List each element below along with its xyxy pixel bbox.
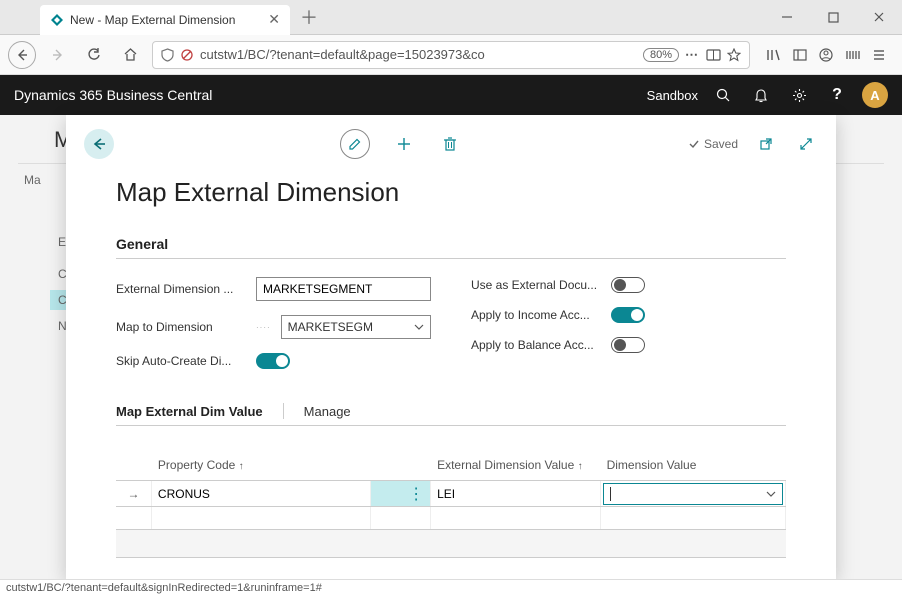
app-brand: Dynamics 365 Business Central [14, 87, 212, 103]
table-row-empty[interactable] [116, 506, 786, 530]
zoom-level[interactable]: 80% [643, 48, 679, 62]
browser-status-bar: cutstw1/BC/?tenant=default&signInRedirec… [0, 579, 902, 599]
library-icon[interactable] [766, 48, 781, 62]
label-map-to-dimension: Map to Dimension [116, 320, 246, 334]
manage-action[interactable]: Manage [304, 404, 351, 419]
toggle-apply-income[interactable] [611, 307, 645, 323]
assist-dots-icon: ···· [256, 323, 271, 332]
url-more-icon[interactable]: ⋯ [685, 47, 700, 63]
saved-status: Saved [688, 137, 738, 151]
row-menu-button[interactable]: ⋮ [371, 481, 431, 506]
table-header: Property Code ↑ External Dimension Value… [116, 454, 786, 480]
close-tab-icon[interactable]: ✕ [268, 11, 280, 28]
chevron-down-icon [414, 323, 424, 331]
col-header-external-value[interactable]: External Dimension Value ↑ [431, 454, 600, 476]
back-button[interactable] [84, 129, 114, 159]
url-text: cutstw1/BC/?tenant=default&page=15023973… [200, 47, 637, 62]
toggle-use-external-docu[interactable] [611, 277, 645, 293]
edit-button[interactable] [340, 129, 370, 159]
subpage-header: Map External Dim Value Manage [116, 403, 786, 426]
new-tab-button[interactable]: ＋ [300, 4, 318, 30]
account-icon[interactable] [819, 48, 833, 62]
toggle-skip-auto-create[interactable] [256, 353, 290, 369]
nav-forward-button[interactable] [44, 41, 72, 69]
app-header: Dynamics 365 Business Central Sandbox ? … [0, 75, 902, 115]
minimize-button[interactable] [764, 0, 810, 35]
page-title: Map External Dimension [116, 177, 786, 208]
settings-icon[interactable] [786, 88, 812, 103]
col-header-dimension-value[interactable]: Dimension Value [601, 454, 786, 476]
select-map-to-dimension[interactable]: MARKETSEGM [281, 315, 431, 339]
url-bar[interactable]: cutstw1/BC/?tenant=default&page=15023973… [152, 41, 750, 69]
sort-asc-icon: ↑ [578, 461, 583, 472]
record-card: Saved Map External Dimension General Ext… [66, 115, 836, 579]
tab-favicon-icon [50, 13, 64, 27]
label-apply-balance: Apply to Balance Acc... [471, 338, 601, 352]
cell-property-code[interactable]: CRONUS [152, 481, 371, 506]
lines-table: Property Code ↑ External Dimension Value… [116, 454, 786, 558]
nav-back-button[interactable] [8, 41, 36, 69]
subpage-title: Map External Dim Value [116, 404, 263, 419]
menu-icon[interactable] [872, 48, 886, 62]
table-footer [116, 530, 786, 558]
bg-label: Ma [24, 173, 41, 187]
table-row[interactable]: → CRONUS ⋮ LEI [116, 480, 786, 506]
label-apply-income: Apply to Income Acc... [471, 308, 601, 322]
label-external-dimension: External Dimension ... [116, 282, 246, 296]
tracking-icon [180, 48, 194, 62]
home-button[interactable] [116, 41, 144, 69]
toggle-apply-balance[interactable] [611, 337, 645, 353]
help-icon[interactable]: ? [824, 86, 850, 104]
bookmark-icon[interactable] [727, 48, 741, 62]
browser-nav-bar: cutstw1/BC/?tenant=default&page=15023973… [0, 35, 902, 75]
sort-asc-icon: ↑ [239, 461, 244, 472]
extensions-icon[interactable] [845, 48, 860, 62]
browser-toolbar-icons [758, 48, 894, 62]
expand-icon[interactable] [794, 137, 818, 151]
section-general-header[interactable]: General [116, 236, 786, 259]
card-top-bar: Saved [84, 129, 818, 159]
delete-button[interactable] [438, 136, 462, 152]
label-use-external-docu: Use as External Docu... [471, 278, 601, 292]
form-grid: External Dimension ... Map to Dimension … [116, 277, 786, 369]
reader-icon[interactable] [706, 48, 721, 62]
close-window-button[interactable] [856, 0, 902, 35]
bg-label: E [58, 235, 66, 249]
sidebar-icon[interactable] [793, 48, 807, 62]
input-external-dimension[interactable] [256, 277, 431, 301]
maximize-button[interactable] [810, 0, 856, 35]
label-skip-auto-create: Skip Auto-Create Di... [116, 354, 246, 368]
new-button[interactable] [392, 136, 416, 152]
environment-badge: Sandbox [647, 88, 698, 103]
shield-icon [161, 48, 174, 62]
col-header-property-code[interactable]: Property Code ↑ [152, 454, 371, 476]
cell-dimension-value-dropdown[interactable] [603, 483, 783, 505]
avatar[interactable]: A [862, 82, 888, 108]
browser-tab-bar: New - Map External Dimension ✕ ＋ [0, 0, 902, 35]
popout-icon[interactable] [754, 137, 778, 151]
cell-external-value[interactable]: LEI [431, 481, 600, 506]
row-selector-icon[interactable]: → [116, 481, 152, 506]
search-icon[interactable] [710, 88, 736, 103]
notifications-icon[interactable] [748, 88, 774, 103]
browser-tab[interactable]: New - Map External Dimension ✕ [40, 5, 290, 35]
window-controls [764, 0, 902, 35]
tab-title: New - Map External Dimension [70, 13, 235, 27]
chevron-down-icon [766, 490, 776, 498]
reload-button[interactable] [80, 41, 108, 69]
